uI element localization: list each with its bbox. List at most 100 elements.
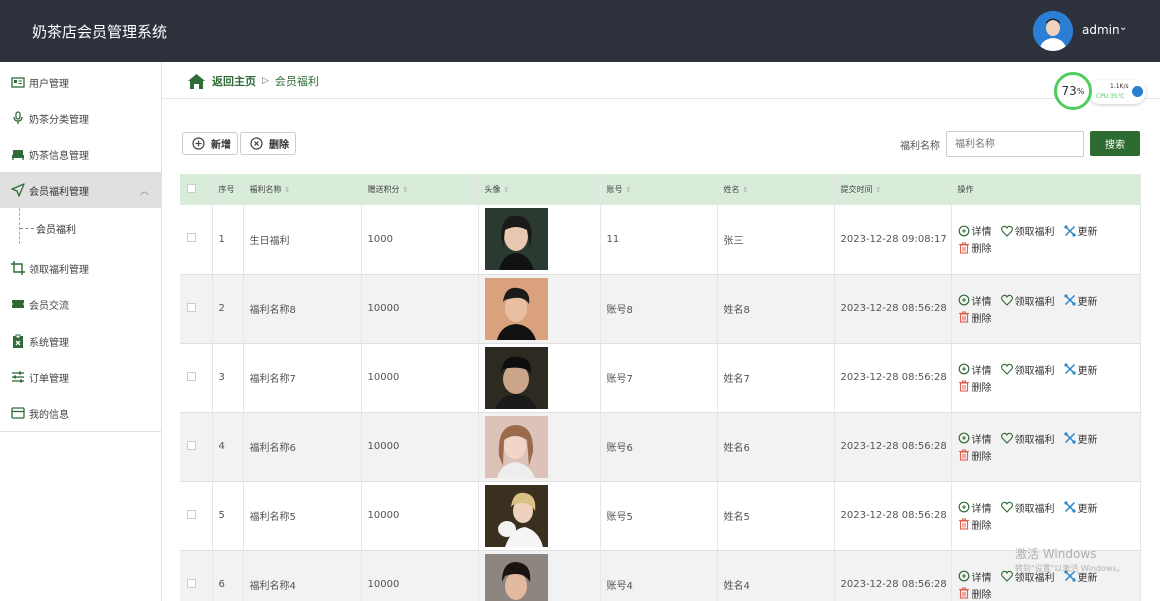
row-checkbox-cell[interactable] bbox=[180, 481, 213, 551]
benefit-table: 序号 福利名称 ⇕ 赠送积分 ⇕ 头像 ⇕ 账号 ⇕ 姓名 ⇕ 提交时间 ⇕ 操作 1 生日… bbox=[180, 174, 1141, 601]
column-header[interactable]: 提交时间 ⇕ bbox=[834, 174, 952, 205]
user-menu[interactable]: admin bbox=[1082, 23, 1120, 37]
chevron-up-icon[interactable]: ︿ bbox=[140, 184, 149, 197]
claim-benefit-button[interactable]: 领取福利 bbox=[1000, 362, 1055, 377]
chevron-down-icon[interactable]: ⌄ bbox=[1119, 22, 1127, 33]
sidebar-item-user-management[interactable]: 用户管理 bbox=[0, 64, 161, 100]
row-delete-button[interactable]: 删除 bbox=[958, 586, 992, 601]
sort-icon[interactable]: ⇕ bbox=[876, 186, 882, 194]
row-delete-button[interactable]: 删除 bbox=[958, 310, 992, 325]
claim-benefit-button[interactable]: 领取福利 bbox=[1000, 293, 1055, 308]
trash-icon bbox=[958, 311, 969, 323]
column-header[interactable]: 姓名 ⇕ bbox=[717, 174, 835, 205]
breadcrumb-home-link[interactable]: 返回主页 bbox=[212, 73, 256, 89]
search-button[interactable]: 搜索 bbox=[1090, 131, 1140, 156]
sidebar-item-member-benefit[interactable]: 会员福利管理 ︿ bbox=[0, 172, 161, 208]
table-row[interactable]: 1 生日福利 1000 11 张三 2023-12-28 09:08:17 详情… bbox=[180, 205, 1141, 275]
claim-benefit-button[interactable]: 领取福利 bbox=[1000, 223, 1055, 238]
column-header[interactable]: 账号 ⇕ bbox=[600, 174, 718, 205]
header-divider bbox=[162, 98, 1160, 99]
user-avatar[interactable] bbox=[1033, 11, 1073, 51]
windows-activation-hint: 转到"设置"以激活 Windows。 bbox=[1015, 564, 1125, 573]
row-delete-button[interactable]: 删除 bbox=[958, 379, 992, 394]
row-checkbox-cell[interactable] bbox=[180, 205, 213, 275]
claim-benefit-button[interactable]: 领取福利 bbox=[1000, 431, 1055, 446]
home-icon[interactable] bbox=[188, 73, 205, 89]
trash-icon bbox=[958, 242, 969, 254]
detail-button[interactable]: 详情 bbox=[958, 431, 992, 446]
detail-button[interactable]: 详情 bbox=[958, 569, 992, 584]
row-checkbox[interactable] bbox=[187, 233, 196, 243]
person-name-cell: 姓名8 bbox=[717, 274, 835, 344]
table-row[interactable]: 3 福利名称7 10000 账号7 姓名7 2023-12-28 08:56:2… bbox=[180, 343, 1141, 413]
heart-icon bbox=[1000, 294, 1013, 306]
tree-dash bbox=[20, 227, 34, 229]
detail-button[interactable]: 详情 bbox=[958, 500, 992, 515]
row-delete-button[interactable]: 删除 bbox=[958, 448, 992, 463]
avatar-cell bbox=[478, 343, 601, 413]
row-delete-button[interactable]: 删除 bbox=[958, 517, 992, 532]
avatar-cell bbox=[478, 205, 601, 275]
update-button[interactable]: 更新 bbox=[1063, 223, 1098, 238]
sort-icon[interactable]: ⇕ bbox=[626, 186, 632, 194]
cpu-temperature: CPU 35℃ bbox=[1096, 93, 1125, 100]
column-header[interactable]: 赠送积分 ⇕ bbox=[361, 174, 479, 205]
delete-button[interactable]: 删除 bbox=[240, 132, 296, 155]
sidebar-item-system[interactable]: 系统管理 bbox=[0, 323, 161, 359]
search-input[interactable] bbox=[946, 131, 1084, 157]
detail-button[interactable]: 详情 bbox=[958, 362, 992, 377]
column-header[interactable]: 福利名称 ⇕ bbox=[243, 174, 362, 205]
sidebar-item-tea-category[interactable]: 奶茶分类管理 bbox=[0, 100, 161, 136]
row-checkbox-cell[interactable] bbox=[180, 550, 213, 601]
sidebar-item-tea-info[interactable]: 奶茶信息管理 bbox=[0, 136, 161, 172]
benefit-name-cell: 福利名称5 bbox=[243, 481, 362, 551]
row-checkbox[interactable] bbox=[187, 302, 196, 312]
column-header[interactable]: 序号 bbox=[212, 174, 244, 205]
row-checkbox-cell[interactable] bbox=[180, 274, 213, 344]
table-row[interactable]: 2 福利名称8 10000 账号8 姓名8 2023-12-28 08:56:2… bbox=[180, 274, 1141, 344]
row-checkbox-cell[interactable] bbox=[180, 412, 213, 482]
sort-icon[interactable]: ⇕ bbox=[285, 186, 291, 194]
sort-icon[interactable]: ⇕ bbox=[403, 186, 409, 194]
update-button[interactable]: 更新 bbox=[1063, 362, 1098, 377]
submit-time-cell: 2023-12-28 08:56:28 bbox=[834, 343, 952, 413]
user-card-icon bbox=[11, 77, 25, 88]
cpu-monitor-widget[interactable]: 1.1K/s CPU 35℃ 73% bbox=[1054, 72, 1146, 110]
add-button[interactable]: 新增 bbox=[182, 132, 238, 155]
sidebar-item-member-chat[interactable]: 会员交流 bbox=[0, 286, 161, 322]
update-button[interactable]: 更新 bbox=[1063, 293, 1098, 308]
claim-benefit-button[interactable]: 领取福利 bbox=[1000, 500, 1055, 515]
action-label: 详情 bbox=[971, 296, 992, 308]
sidebar-item-orders[interactable]: 订单管理 bbox=[0, 359, 161, 395]
index-cell: 1 bbox=[212, 205, 244, 275]
person-name-cell: 姓名5 bbox=[717, 481, 835, 551]
detail-button[interactable]: 详情 bbox=[958, 223, 992, 238]
row-checkbox[interactable] bbox=[187, 578, 196, 588]
sort-icon[interactable]: ⇕ bbox=[743, 186, 749, 194]
row-checkbox-cell[interactable] bbox=[180, 343, 213, 413]
benefit-name-cell: 福利名称4 bbox=[243, 550, 362, 601]
select-all-header[interactable] bbox=[180, 174, 213, 205]
table-row[interactable]: 5 福利名称5 10000 账号5 姓名5 2023-12-28 08:56:2… bbox=[180, 481, 1141, 551]
column-header: 操作 bbox=[951, 174, 1141, 205]
column-header[interactable]: 头像 ⇕ bbox=[478, 174, 601, 205]
sidebar-item-claim-benefit[interactable]: 领取福利管理 bbox=[0, 250, 161, 286]
row-checkbox[interactable] bbox=[187, 440, 196, 450]
sidebar-subitem-member-benefit[interactable]: 会员福利 bbox=[0, 211, 161, 245]
detail-button[interactable]: 详情 bbox=[958, 293, 992, 308]
row-checkbox[interactable] bbox=[187, 371, 196, 381]
table-row[interactable]: 4 福利名称6 10000 账号6 姓名6 2023-12-28 08:56:2… bbox=[180, 412, 1141, 482]
select-all-checkbox[interactable] bbox=[187, 184, 196, 193]
submit-time-cell: 2023-12-28 09:08:17 bbox=[834, 205, 952, 275]
update-button[interactable]: 更新 bbox=[1063, 500, 1098, 515]
sliders-icon bbox=[12, 371, 24, 383]
index-cell: 2 bbox=[212, 274, 244, 344]
avatar-photo bbox=[484, 484, 548, 547]
sort-icon[interactable]: ⇕ bbox=[504, 186, 510, 194]
row-checkbox[interactable] bbox=[187, 509, 196, 519]
sidebar-item-my-info[interactable]: 我的信息 bbox=[0, 395, 161, 431]
row-delete-button[interactable]: 删除 bbox=[958, 240, 992, 255]
update-button[interactable]: 更新 bbox=[1063, 431, 1098, 446]
add-button-label: 新增 bbox=[211, 140, 231, 151]
table-row[interactable]: 6 福利名称4 10000 账号4 姓名4 2023-12-28 08:56:2… bbox=[180, 550, 1141, 601]
